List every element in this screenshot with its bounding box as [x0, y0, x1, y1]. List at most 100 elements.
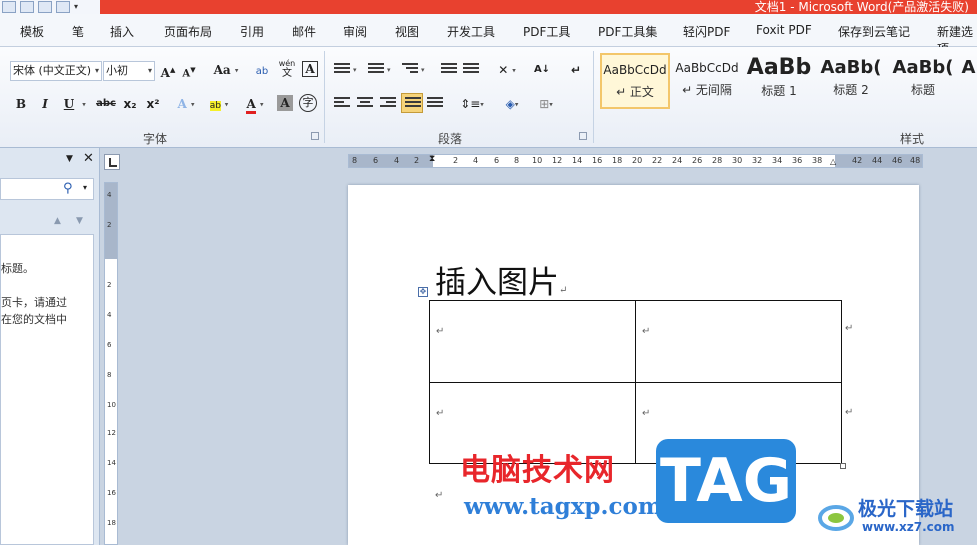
- increase-indent-icon[interactable]: [463, 63, 479, 76]
- bullets-button[interactable]: ▾: [334, 63, 360, 79]
- ruler-tick: 2: [107, 221, 112, 229]
- chinese-layout-button[interactable]: ✕ ▾: [494, 61, 520, 81]
- group-divider: [324, 51, 325, 143]
- phonetic-guide-button[interactable]: wén 文: [276, 59, 298, 79]
- clear-formatting-button[interactable]: ab: [253, 61, 271, 81]
- table-cell[interactable]: ↵: [429, 300, 636, 383]
- style-sample: AaBb(: [820, 57, 882, 78]
- ruler-tick: 44: [872, 156, 883, 165]
- document-heading[interactable]: 插入图片↵: [435, 257, 567, 302]
- phonetic-label: wén: [278, 59, 296, 68]
- shading-button[interactable]: ◈▾: [498, 95, 526, 115]
- tab-mailings[interactable]: 邮件: [292, 23, 316, 40]
- strikethrough-button[interactable]: abc: [95, 95, 117, 115]
- underline-dropdown[interactable]: ▾: [80, 95, 88, 115]
- close-icon[interactable]: ✕: [83, 151, 94, 166]
- prev-result-icon[interactable]: ▲: [54, 216, 61, 226]
- underline-button[interactable]: U: [62, 95, 76, 115]
- paragraph-mark: ↵: [559, 285, 568, 296]
- bullets-icon: [334, 63, 350, 76]
- char-border-button[interactable]: A: [302, 61, 318, 77]
- next-result-icon[interactable]: ▼: [76, 216, 83, 226]
- style-subtitle[interactable]: A: [960, 53, 977, 109]
- font-color-button[interactable]: A ▾: [241, 95, 269, 115]
- chevron-down-icon[interactable]: ▾: [83, 183, 87, 192]
- print-preview-icon[interactable]: [56, 1, 70, 13]
- chevron-down-icon[interactable]: ▼: [66, 154, 73, 164]
- tab-review[interactable]: 审阅: [343, 23, 367, 40]
- style-normal[interactable]: AaBbCcDd ↵ 正文: [600, 53, 670, 109]
- align-center-icon[interactable]: [357, 97, 373, 110]
- decrease-indent-icon[interactable]: [441, 63, 457, 76]
- tab-references[interactable]: 引用: [240, 23, 264, 40]
- style-name: ↵ 无间隔: [682, 83, 732, 97]
- highlight-button[interactable]: ab ▾: [204, 95, 234, 115]
- ruler-tick: 10: [107, 401, 116, 409]
- font-name-combo[interactable]: 宋体 (中文正文) ▾: [10, 61, 102, 81]
- font-size-combo[interactable]: 小初 ▾: [103, 61, 155, 81]
- tab-qingshan-pdf[interactable]: 轻闪PDF: [683, 23, 730, 40]
- customize-qat-icon[interactable]: ▾: [74, 1, 82, 13]
- multilevel-list-button[interactable]: ▾: [402, 63, 428, 79]
- numbering-button[interactable]: ▾: [368, 63, 394, 79]
- horizontal-ruler[interactable]: 8 6 4 2 ⧗ 2 4 6 8 10 12 14 16 18 20 22 2…: [348, 154, 923, 168]
- tab-insert[interactable]: 插入: [110, 23, 134, 40]
- table-cell[interactable]: ↵: [635, 300, 842, 383]
- tab-view[interactable]: 视图: [395, 23, 419, 40]
- ruler-toggle-button[interactable]: [104, 154, 120, 170]
- ruler-tick: 14: [107, 459, 116, 467]
- search-icon[interactable]: ⚲: [63, 181, 73, 196]
- subscript-button[interactable]: x₂: [121, 95, 139, 115]
- document-page[interactable]: 插入图片↵ ✥ ↵ ↵ ↵ ↵ ↵ ↵ ↵: [348, 185, 919, 545]
- tab-foxit-pdf[interactable]: Foxit PDF: [756, 23, 812, 37]
- borders-button[interactable]: ⊞▾: [532, 95, 560, 115]
- show-marks-button[interactable]: ↵: [570, 61, 582, 81]
- char-shading-button[interactable]: A: [277, 95, 293, 111]
- vertical-ruler[interactable]: 4 2 2 4 6 8 10 12 14 16 18: [104, 182, 118, 545]
- phonetic-char: 文: [282, 68, 292, 79]
- grow-font-button[interactable]: A▲: [160, 61, 176, 81]
- ruler-tick: 36: [792, 156, 803, 165]
- superscript-button[interactable]: x²: [144, 95, 162, 115]
- style-title[interactable]: AaBb( 标题: [888, 53, 958, 109]
- redo-icon[interactable]: [38, 1, 52, 13]
- tab-save-cloud-note[interactable]: 保存到云笔记: [838, 23, 910, 40]
- style-no-spacing[interactable]: AaBbCcDd ↵ 无间隔: [672, 53, 742, 109]
- tab-page-layout[interactable]: 页面布局: [164, 23, 212, 40]
- style-heading-1[interactable]: AaBb 标题 1: [744, 53, 814, 109]
- style-heading-2[interactable]: AaBb( 标题 2: [816, 53, 886, 109]
- change-case-button[interactable]: Aa ▾: [213, 61, 239, 81]
- nav-search-input[interactable]: ⚲ ▾: [0, 178, 94, 200]
- enclose-char-button[interactable]: 字: [299, 94, 317, 112]
- undo-icon[interactable]: [20, 1, 34, 13]
- ruler-tick: 14: [572, 156, 583, 165]
- table-move-handle-icon[interactable]: ✥: [418, 287, 428, 297]
- shrink-font-button[interactable]: A▼: [181, 61, 197, 81]
- table-resize-handle[interactable]: [840, 463, 846, 469]
- indent-marker-icon[interactable]: ⧗: [429, 154, 435, 164]
- line-spacing-button[interactable]: ⇕≡▾: [458, 95, 486, 115]
- ruler-tick: 4: [394, 156, 400, 165]
- ruler-tick: 12: [552, 156, 563, 165]
- style-sample: AaBb: [746, 55, 812, 80]
- paragraph-group-label: 段落: [438, 132, 463, 146]
- tab-pdf-toolset[interactable]: PDF工具集: [598, 23, 657, 40]
- italic-button[interactable]: I: [38, 95, 52, 115]
- tab-template[interactable]: 模板: [20, 23, 44, 40]
- align-right-icon[interactable]: [380, 97, 396, 110]
- style-sample: A: [961, 57, 976, 78]
- save-icon[interactable]: [2, 1, 16, 13]
- paragraph-dialog-launcher-icon[interactable]: [579, 132, 587, 140]
- right-indent-marker-icon[interactable]: △: [830, 157, 836, 166]
- font-dialog-launcher-icon[interactable]: [311, 132, 319, 140]
- tab-developer[interactable]: 开发工具: [447, 23, 495, 40]
- justify-icon: [405, 97, 421, 110]
- tab-pen[interactable]: 笔: [72, 23, 84, 40]
- distributed-icon[interactable]: [427, 97, 443, 110]
- text-effects-button[interactable]: A ▾: [175, 95, 197, 115]
- tab-pdf-tools[interactable]: PDF工具: [523, 23, 570, 40]
- align-left-icon[interactable]: [334, 97, 350, 110]
- justify-button[interactable]: [401, 93, 423, 113]
- bold-button[interactable]: B: [14, 95, 28, 115]
- sort-button[interactable]: A↓: [532, 61, 552, 81]
